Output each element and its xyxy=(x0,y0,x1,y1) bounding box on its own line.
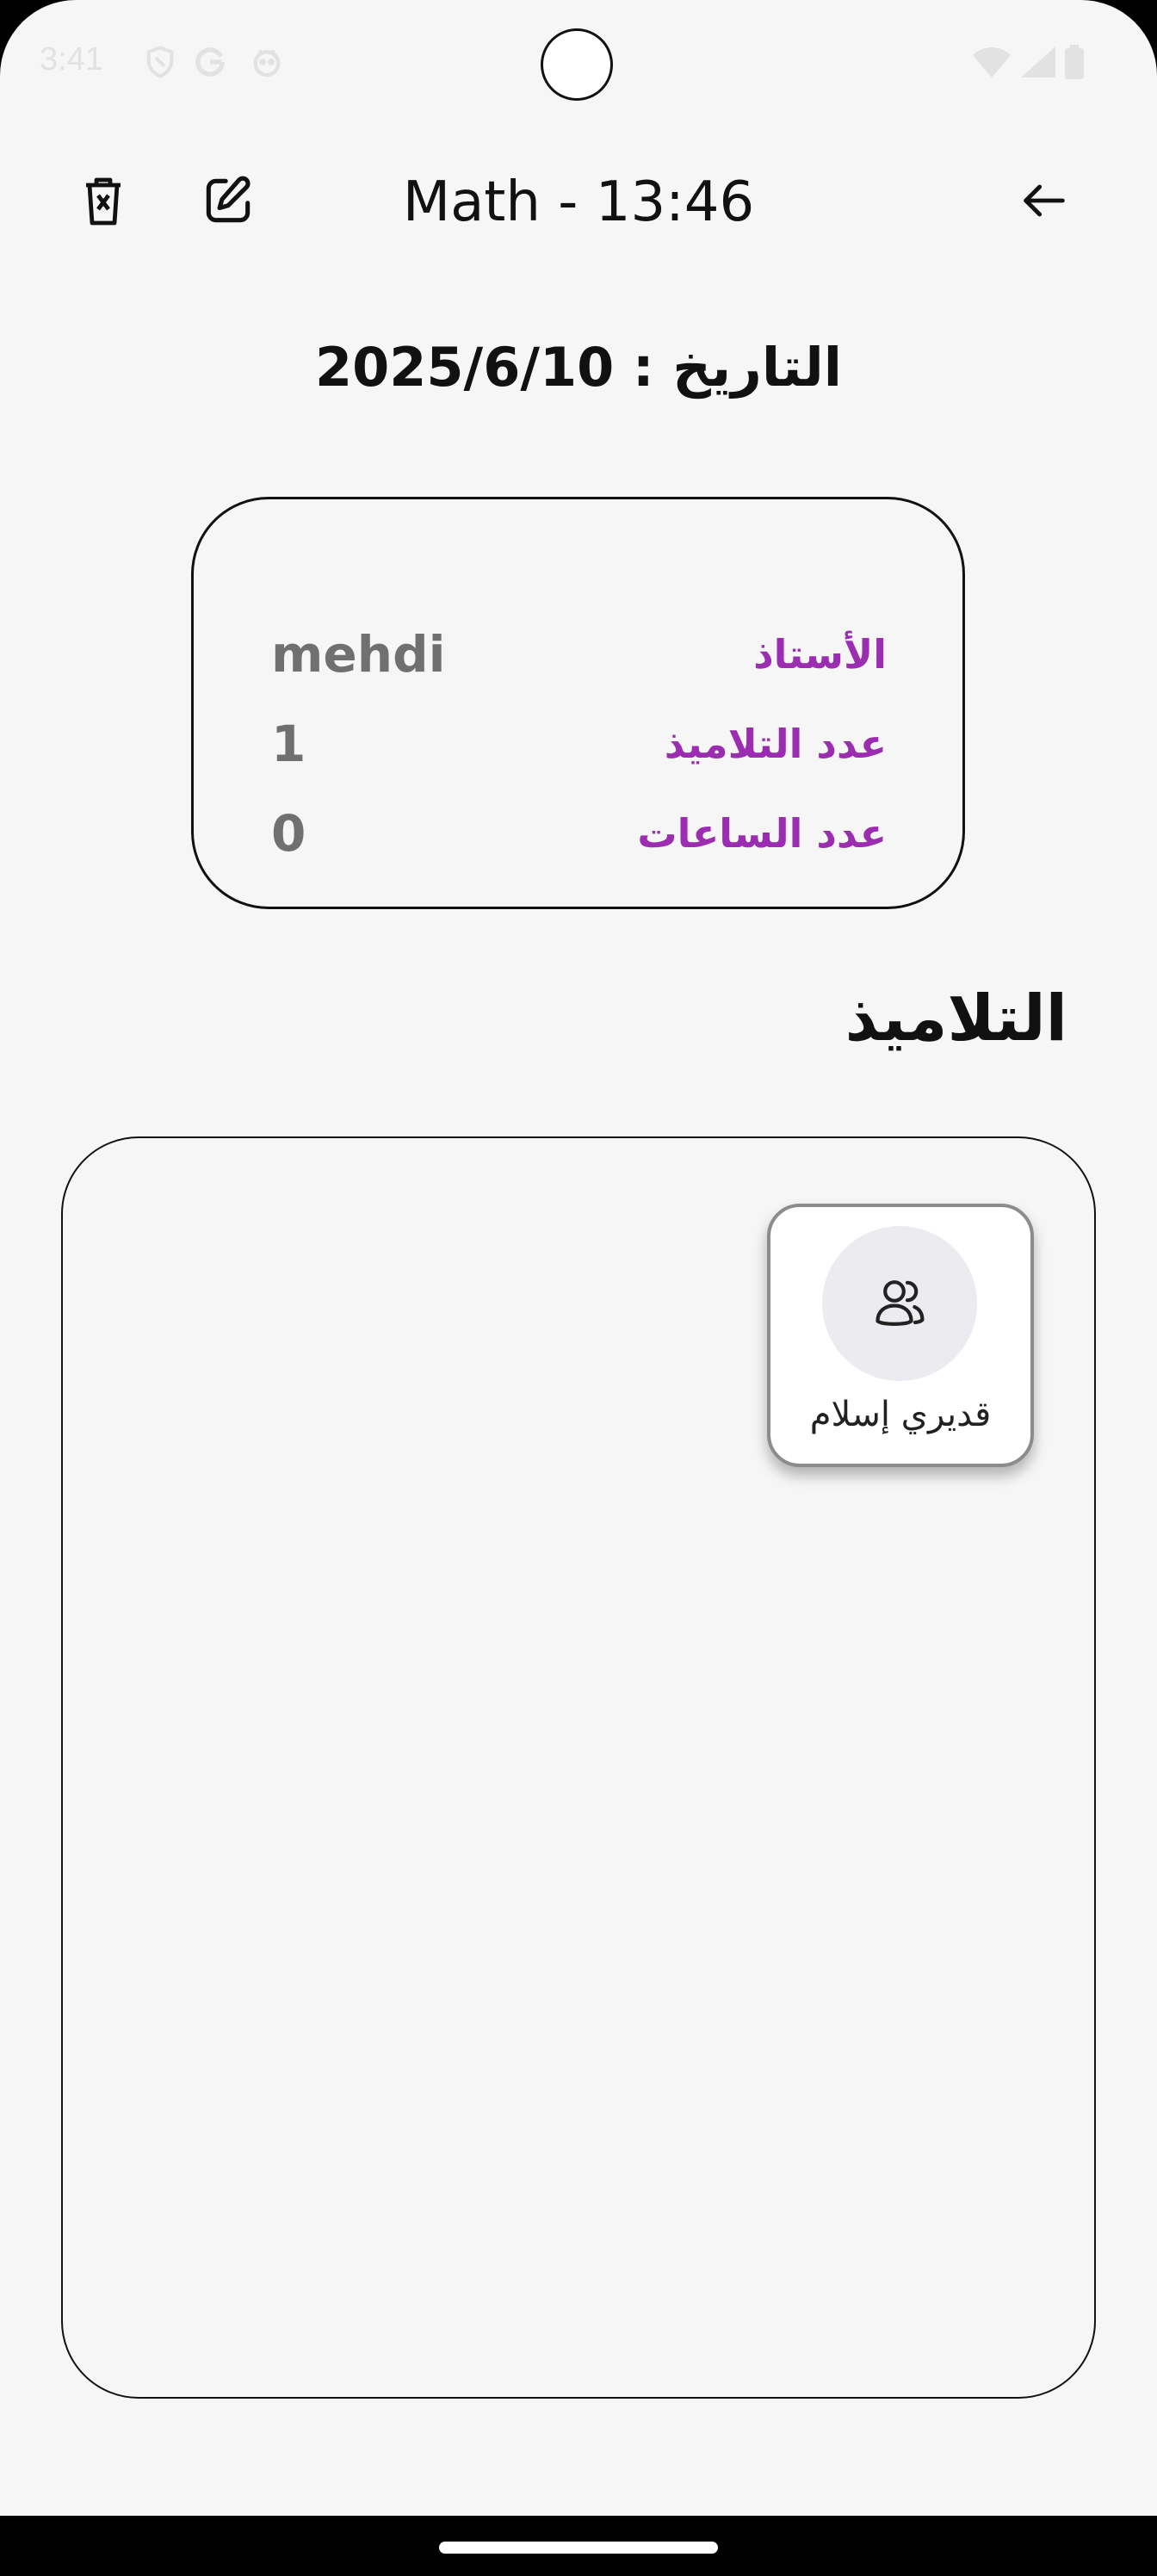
battery-icon xyxy=(1064,45,1085,79)
front-camera xyxy=(541,28,613,101)
edit-button[interactable] xyxy=(189,164,267,241)
app-bar: Math - 13:46 xyxy=(0,155,1157,250)
users-icon xyxy=(869,1271,931,1336)
signal-icon xyxy=(1019,45,1057,79)
teacher-value: mehdi xyxy=(271,625,446,684)
android-icon xyxy=(250,45,284,79)
home-gesture-handle[interactable] xyxy=(439,2542,718,2554)
session-date: 2025/6/10 : التاريخ xyxy=(314,336,842,399)
hours-count-value: 0 xyxy=(271,804,306,863)
students-section-title: التلاميذ xyxy=(845,981,1067,1056)
students-count-value: 1 xyxy=(271,715,306,773)
page-title: Math - 13:46 xyxy=(402,170,755,234)
teacher-row: mehdi الأستاذ xyxy=(271,620,887,689)
student-avatar xyxy=(822,1226,977,1381)
hours-count-label: عدد الساعات xyxy=(637,810,887,857)
students-list: قديري إسلام xyxy=(61,1136,1096,2399)
delete-icon xyxy=(83,175,124,230)
wifi-icon xyxy=(971,45,1012,79)
back-arrow-icon xyxy=(1017,173,1072,232)
teacher-label: الأستاذ xyxy=(753,631,887,678)
session-info-card: mehdi الأستاذ 1 عدد التلاميذ 0 عدد الساع… xyxy=(191,497,965,909)
shield-icon xyxy=(143,45,177,79)
delete-button[interactable] xyxy=(65,164,142,241)
student-card[interactable]: قديري إسلام xyxy=(767,1204,1034,1467)
status-bar: 3:41 xyxy=(0,0,1157,129)
back-button[interactable] xyxy=(1005,164,1083,241)
hours-count-row: 0 عدد الساعات xyxy=(271,799,887,868)
edit-icon xyxy=(199,171,257,233)
app-screen: 3:41 Math - 13:46 2025/6/10: التاريخ me… xyxy=(0,0,1157,2576)
google-icon xyxy=(193,45,227,79)
students-count-row: 1 عدد التلاميذ xyxy=(271,709,887,778)
status-time: 3:41 xyxy=(40,41,103,77)
navigation-bar xyxy=(0,2516,1157,2576)
student-name: قديري إسلام xyxy=(809,1395,992,1434)
students-count-label: عدد التلاميذ xyxy=(664,721,887,767)
